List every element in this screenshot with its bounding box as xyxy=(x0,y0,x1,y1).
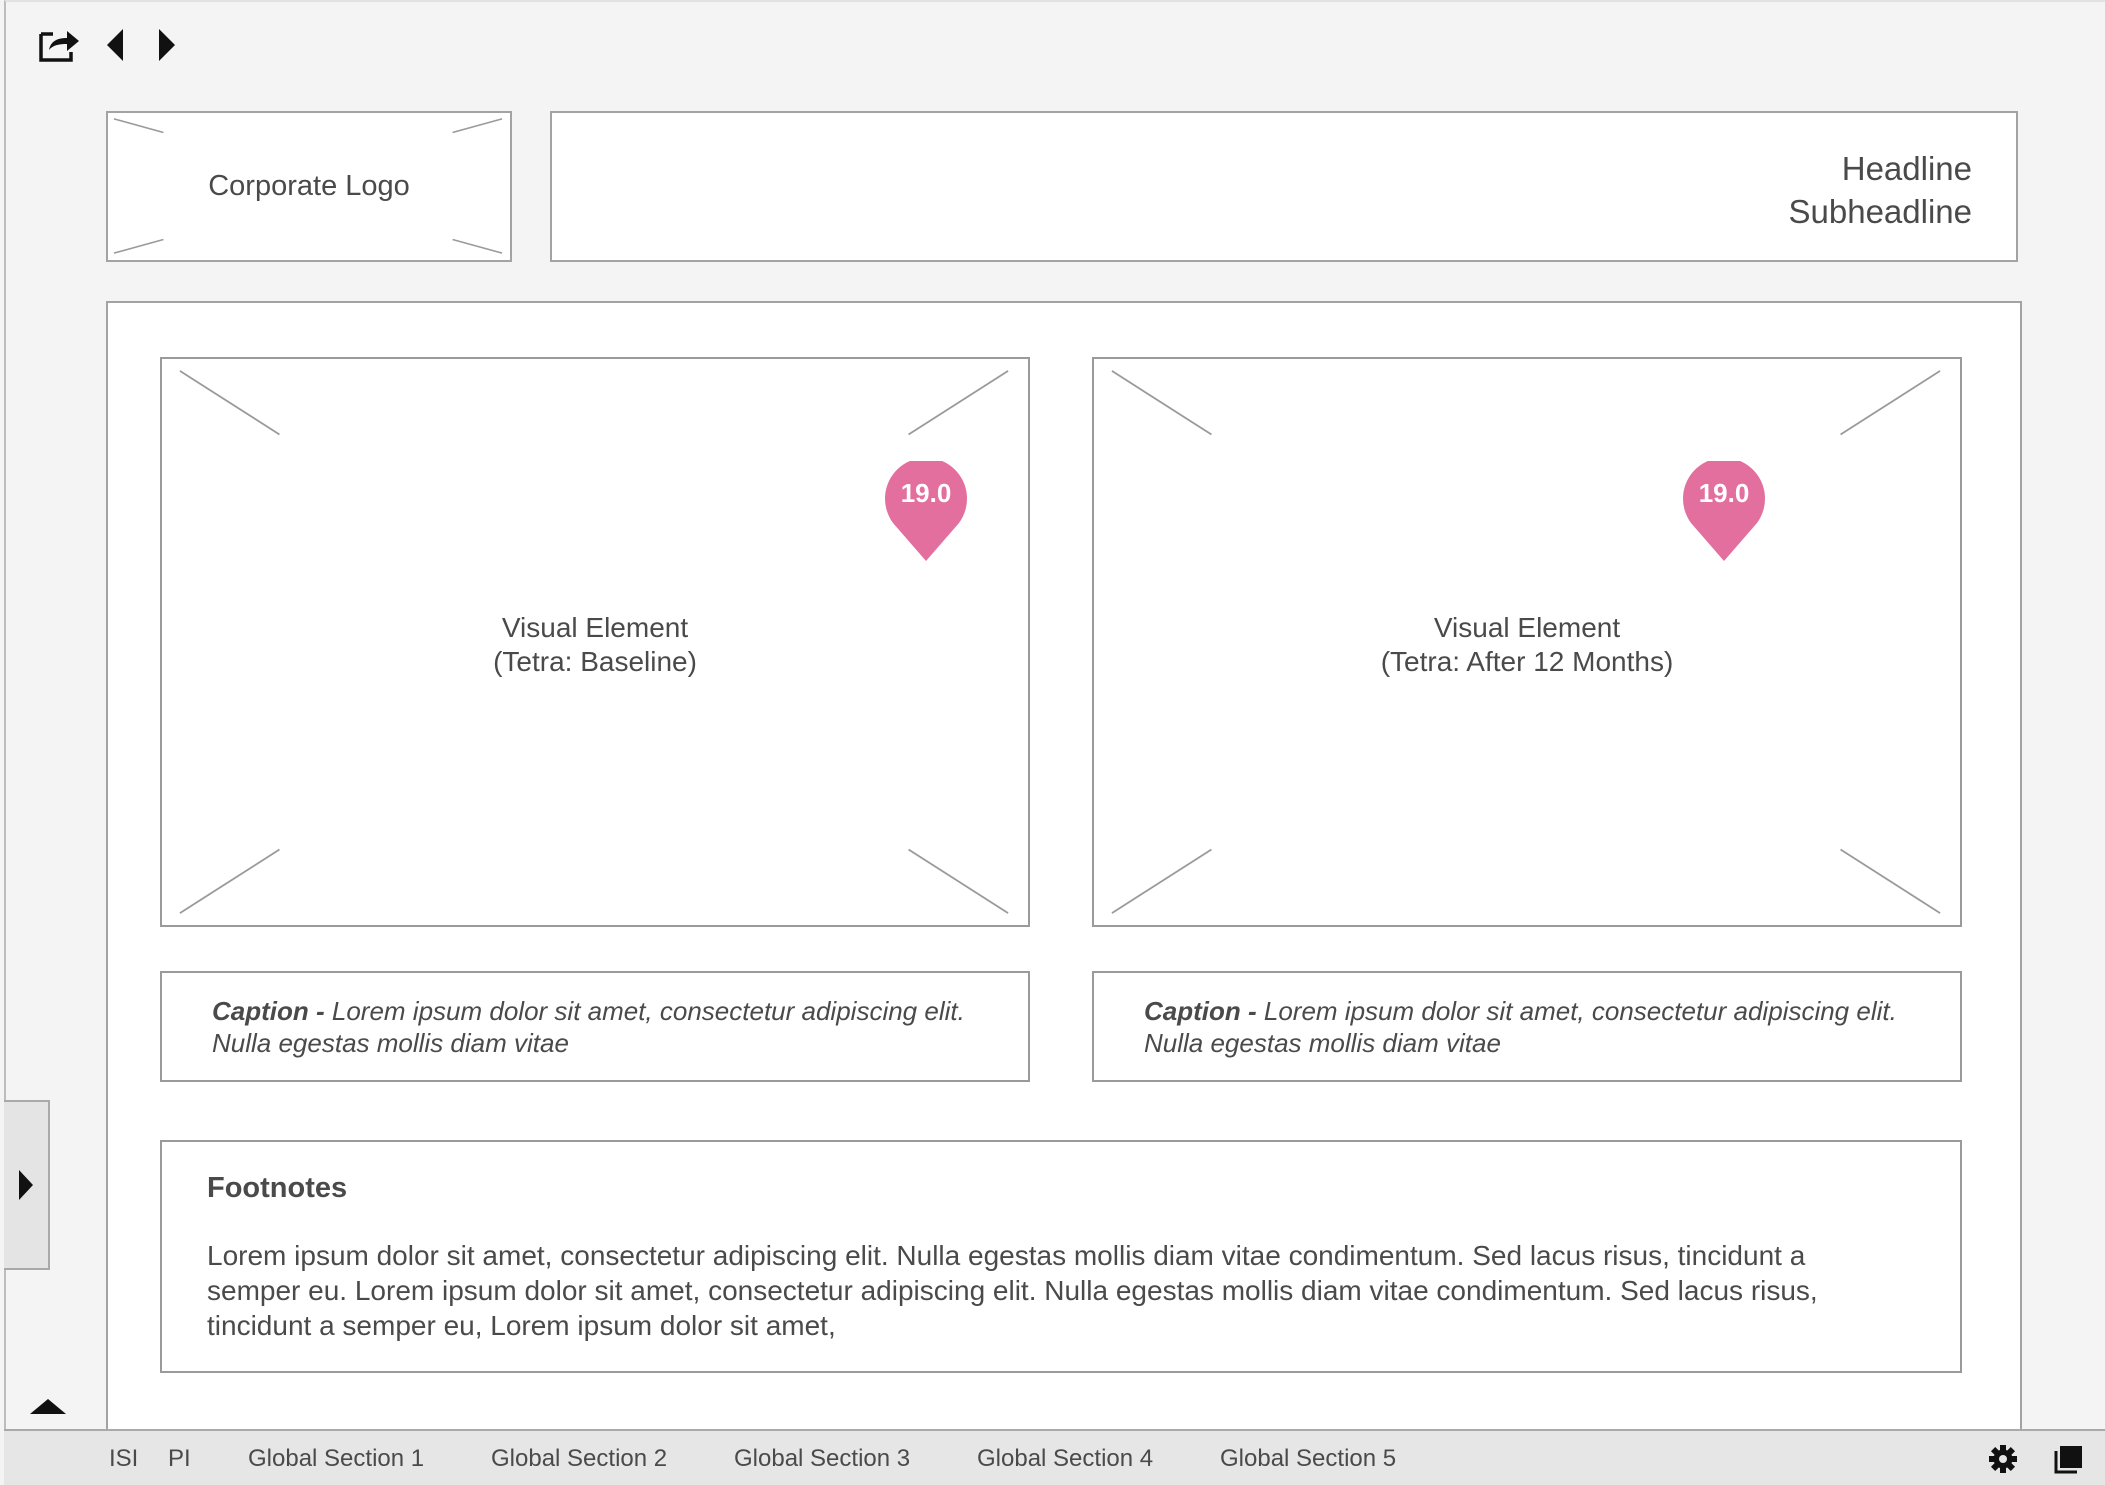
headline: Headline xyxy=(1841,150,1972,187)
gear-icon[interactable] xyxy=(1988,1444,2018,1479)
triangle-right-icon xyxy=(19,1170,33,1200)
footnotes-box: Footnotes Lorem ipsum dolor sit amet, co… xyxy=(160,1140,1962,1373)
corporate-logo: Corporate Logo xyxy=(106,111,512,262)
footnotes-title: Footnotes xyxy=(207,1172,348,1204)
logo-label: Corporate Logo xyxy=(208,170,410,202)
subheadline: Subheadline xyxy=(1788,193,1973,230)
bottom-nav-bar: ISI PI Global Section 1 Global Section 2… xyxy=(4,1429,2105,1485)
visual-title: Visual Element xyxy=(1433,612,1621,643)
pin-value: 19.0 xyxy=(900,478,952,508)
nav-item-global-section-4[interactable]: Global Section 4 xyxy=(977,1445,1153,1473)
headline-box: Headline Subheadline xyxy=(550,111,2018,262)
map-pin-icon[interactable]: 19.0 xyxy=(884,457,968,561)
nav-item-global-section-1[interactable]: Global Section 1 xyxy=(248,1445,424,1473)
caption-box-baseline: Caption - Lorem ipsum dolor sit amet, co… xyxy=(160,971,1030,1082)
nav-item-pi[interactable]: PI xyxy=(168,1445,191,1473)
triangle-left-icon[interactable] xyxy=(100,22,130,68)
share-icon[interactable] xyxy=(36,22,82,68)
pages-icon[interactable] xyxy=(2054,1444,2084,1479)
triangle-right-icon[interactable] xyxy=(152,22,182,68)
nav-item-global-section-5[interactable]: Global Section 5 xyxy=(1220,1445,1396,1473)
pin-value: 19.0 xyxy=(1698,478,1750,508)
nav-item-global-section-2[interactable]: Global Section 2 xyxy=(491,1445,667,1473)
caption-label: Caption - xyxy=(212,996,332,1026)
nav-item-global-section-3[interactable]: Global Section 3 xyxy=(734,1445,910,1473)
visual-element-12-months[interactable]: 19.0 Visual Element (Tetra: After 12 Mon… xyxy=(1092,357,1962,927)
visual-subtitle: (Tetra: After 12 Months) xyxy=(1380,646,1674,677)
side-panel-toggle[interactable] xyxy=(4,1100,50,1270)
caption-box-12-months: Caption - Lorem ipsum dolor sit amet, co… xyxy=(1092,971,1962,1082)
expand-up-icon[interactable] xyxy=(28,1396,68,1421)
map-pin-icon[interactable]: 19.0 xyxy=(1682,457,1766,561)
content-panel: 19.0 Visual Element (Tetra: Baseline) 19… xyxy=(106,301,2022,1441)
visual-title: Visual Element xyxy=(501,612,689,643)
footnotes-body: Lorem ipsum dolor sit amet, consectetur … xyxy=(207,1240,1818,1341)
visual-subtitle: (Tetra: Baseline) xyxy=(493,646,697,677)
visual-element-baseline[interactable]: 19.0 Visual Element (Tetra: Baseline) xyxy=(160,357,1030,927)
nav-item-isi[interactable]: ISI xyxy=(109,1445,138,1473)
caption-label: Caption - xyxy=(1144,996,1264,1026)
